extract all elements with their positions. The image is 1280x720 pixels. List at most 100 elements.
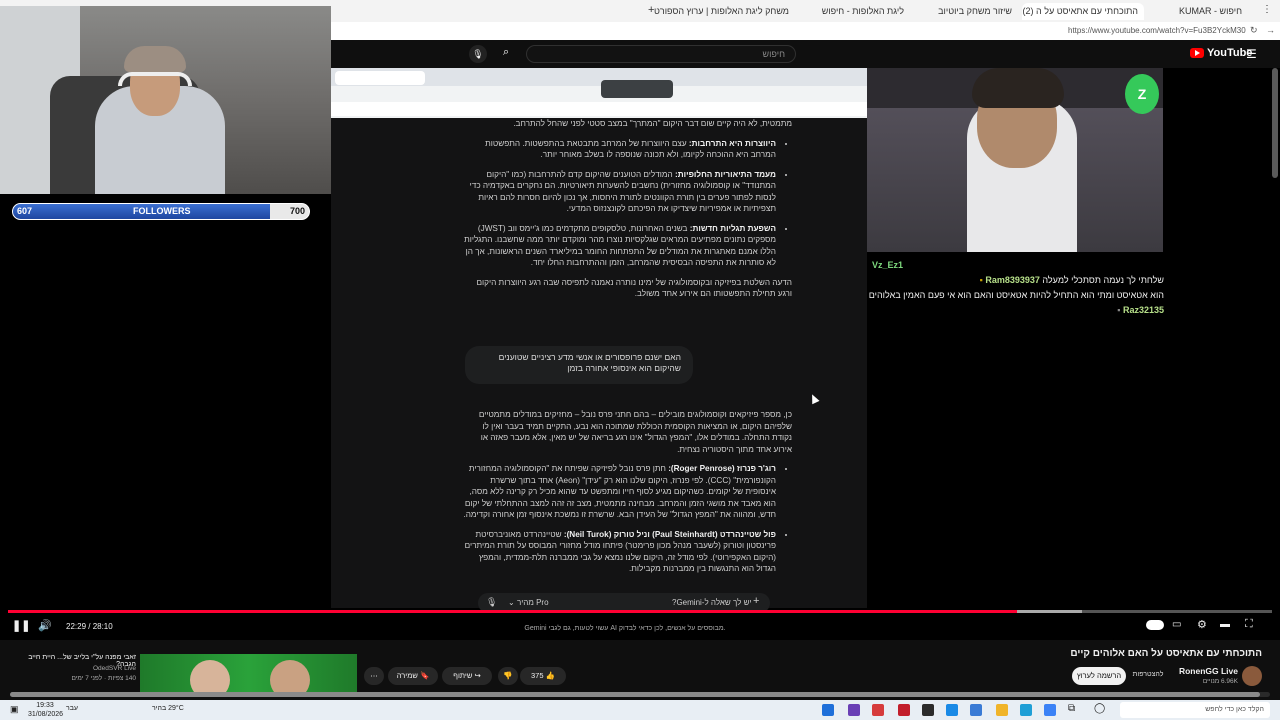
new-tab-icon[interactable]: + (648, 4, 654, 16)
answer-bullet: פול שטיינהרדט (Paul Steinhardt) וניל טור… (462, 529, 776, 575)
channel-avatar[interactable] (1242, 666, 1262, 686)
fullscreen-icon[interactable]: ⛶ (1245, 618, 1253, 631)
weather-widget[interactable]: 29°C בהיר (152, 705, 184, 712)
taskbar-app-icon[interactable] (822, 704, 834, 716)
subscriber-count: 6.96K מנויים (1202, 678, 1238, 685)
more-actions-icon[interactable]: ⋯ (364, 667, 384, 685)
like-count: 375 (531, 671, 544, 680)
capture-toolbar (601, 80, 673, 98)
taskbar-app-icon[interactable] (970, 704, 982, 716)
taskbar-search-input[interactable]: הקלד כאן כדי לחפש (1120, 702, 1270, 718)
chat-message: הוא אטאיסט ומתי הוא התחיל להיות אטאיסט ו… (868, 290, 1164, 315)
search-placeholder: חיפוש (762, 49, 785, 59)
search-input[interactable]: חיפוש (526, 45, 796, 63)
related-video-views: 140 צפיות · לפני 7 ימים (71, 675, 136, 682)
subtitles-icon[interactable]: ▭ (1172, 619, 1181, 630)
autoplay-toggle[interactable] (1146, 620, 1164, 630)
taskbar-app-icon[interactable] (922, 704, 934, 716)
guest-webcam: Z (867, 68, 1163, 252)
taskbar-app-icon[interactable] (872, 704, 884, 716)
save-label: שמירה (396, 671, 418, 680)
related-video-thumbnail[interactable] (140, 654, 357, 692)
model-selector[interactable]: ⌄ מהיר Pro (508, 598, 549, 607)
save-button[interactable]: שמירה 🔖 (388, 667, 438, 685)
chat-message: Vz_Ez1 (872, 260, 904, 270)
browser-tab[interactable]: ליגת האלופות - חיפוש (800, 3, 910, 20)
answer-paragraph: כן, מספר פיזיקאים וקוסמולוגים מובילים – … (478, 410, 792, 454)
response-paragraph: מתמטית, לא היה קיים שום דבר היקום "המתרך… (513, 119, 792, 128)
windows-taskbar: ▣ 19:33 31/08/2026 עבר 29°C בהיר ⧉ ◯ הקלד… (0, 700, 1280, 720)
browser-tab[interactable]: שיזור משחק ביוטיוב (918, 3, 1018, 20)
gemini-response: מתמטית, לא היה קיים שום דבר היקום "המתרך… (462, 118, 792, 308)
taskbar-app-icon[interactable] (1044, 704, 1056, 716)
search-icon[interactable]: ⌕ (503, 46, 521, 62)
share-label: שיתוף (453, 671, 473, 680)
url-text: https://www.youtube.com/watch?v=Fu3B2Yck… (1068, 26, 1246, 35)
live-chat-overlay: Vz_Ez1 שלחתי לך נעמה תסתכלי למעלה Ram839… (866, 258, 1166, 318)
clock[interactable]: 19:33 31/08/2026 (28, 701, 63, 719)
share-icon: ↪ (474, 671, 481, 680)
settings-gear-icon[interactable]: ⚙ (1197, 618, 1207, 631)
volume-icon[interactable]: 🔊 (38, 619, 52, 632)
tab-label: שיזור משחק ביוטיוב (938, 6, 1012, 16)
subscribe-button[interactable]: הרשמה לערוץ (1072, 667, 1126, 685)
file-explorer-icon[interactable] (996, 704, 1008, 716)
chat-message: שלחתי לך נעמה תסתכלי למעלה Ram8393937 ▪ (979, 275, 1164, 285)
video-progress-bar[interactable] (8, 610, 1272, 613)
tab-label: משחק ליגת האלופות | ערוץ הספורט (654, 6, 789, 16)
hamburger-menu-icon[interactable]: ☰ (1246, 47, 1257, 61)
browser-tab[interactable]: משחק ליגת האלופות | ערוץ הספורט (654, 3, 795, 20)
response-bullet: היווצרות היא התרחבות: עצם היווצרות של המ… (462, 138, 776, 161)
like-button[interactable]: 375 👍 (520, 667, 566, 685)
user-question-bubble: האם ישנם פרופסורים או אנשי מדע רציניים ש… (465, 346, 693, 384)
browser-tab[interactable]: חיפוש - KUMAR (1148, 3, 1248, 20)
thumbs-up-icon: 👍 (545, 671, 555, 680)
response-bullet: השפעת תגליות חדשות: בשנים האחרונות, טלסק… (462, 223, 776, 269)
back-icon[interactable]: → (1266, 25, 1275, 35)
followers-goal-bar: 607 FOLLOWERS 700 (12, 203, 310, 220)
vertical-scrollbar[interactable] (1272, 68, 1278, 178)
share-button[interactable]: שיתוף ↪ (442, 667, 492, 685)
tab-menu-icon[interactable]: ⋮ (1262, 4, 1272, 15)
reload-icon[interactable]: ↻ (1250, 25, 1258, 36)
channel-badge-icon: Z (1125, 74, 1159, 114)
notifications-icon[interactable]: ▣ (10, 704, 19, 715)
youtube-logo[interactable]: YouTube (1190, 47, 1252, 59)
theater-mode-icon[interactable]: ▬ (1220, 619, 1230, 630)
followers-label: FOLLOWERS (133, 206, 191, 216)
progress-fill (8, 610, 1017, 613)
response-bullet: מעמד התיאוריות החלופיות: המודלים הטוענים… (462, 169, 776, 215)
join-button[interactable]: להצטרפות (1128, 671, 1168, 678)
captured-browser-chrome (331, 68, 867, 118)
time-display: 22:29 / 28:10 (66, 622, 113, 631)
browser-tab-active[interactable]: התוכחתי עם אתאיסט על ה (2) (1022, 3, 1144, 20)
language-indicator[interactable]: עבר (66, 705, 78, 712)
task-view-icon[interactable]: ⧉ (1068, 703, 1075, 714)
pause-icon[interactable]: ❚❚ (12, 619, 30, 632)
streamer-webcam (0, 6, 331, 194)
microphone-icon[interactable]: 🎙 (469, 45, 487, 63)
tab-label: חיפוש - KUMAR (1179, 6, 1242, 16)
player-controls: ❚❚ 🔊 22:29 / 28:10 ▭ ⚙ ▬ ⛶ (0, 615, 1280, 639)
taskbar-app-icon[interactable] (848, 704, 860, 716)
tab-label: ליגת האלופות - חיפוש (821, 6, 904, 16)
dislike-button[interactable]: 👎 (498, 667, 518, 685)
prompt-placeholder: יש לך שאלה ל-Gemini? (672, 598, 752, 607)
add-icon[interactable]: + (753, 595, 759, 607)
followers-current: 607 (17, 206, 33, 216)
video-title: התוכחתי עם אתאיסט על האם אלוהים קיים (1070, 648, 1262, 659)
user-question-text: האם ישנם פרופסורים או אנשי מדע רציניים ש… (498, 352, 681, 373)
microphone-icon[interactable]: 🎙 (486, 597, 497, 608)
thumbs-down-icon: 👎 (503, 671, 513, 680)
related-video-channel: OdedSVR Live (93, 665, 136, 672)
answer-bullet: רוג'ר פנרוז (Roger Penrose): חתן פרס נוב… (462, 463, 776, 521)
bookmark-icon: 🔖 (419, 671, 430, 680)
horizontal-scrollbar[interactable] (10, 692, 1270, 697)
response-paragraph: הדעה השלטת בפיזיקה ובקוסמולוגיה של ימינו… (476, 277, 792, 299)
tab-label: התוכחתי עם אתאיסט על ה (2) (1022, 6, 1139, 16)
followers-goal: 700 (289, 206, 305, 216)
taskbar-app-icon[interactable] (946, 704, 958, 716)
edge-browser-icon[interactable] (1020, 704, 1032, 716)
start-search-icon[interactable]: ◯ (1094, 703, 1105, 714)
taskbar-app-icon[interactable] (898, 704, 910, 716)
